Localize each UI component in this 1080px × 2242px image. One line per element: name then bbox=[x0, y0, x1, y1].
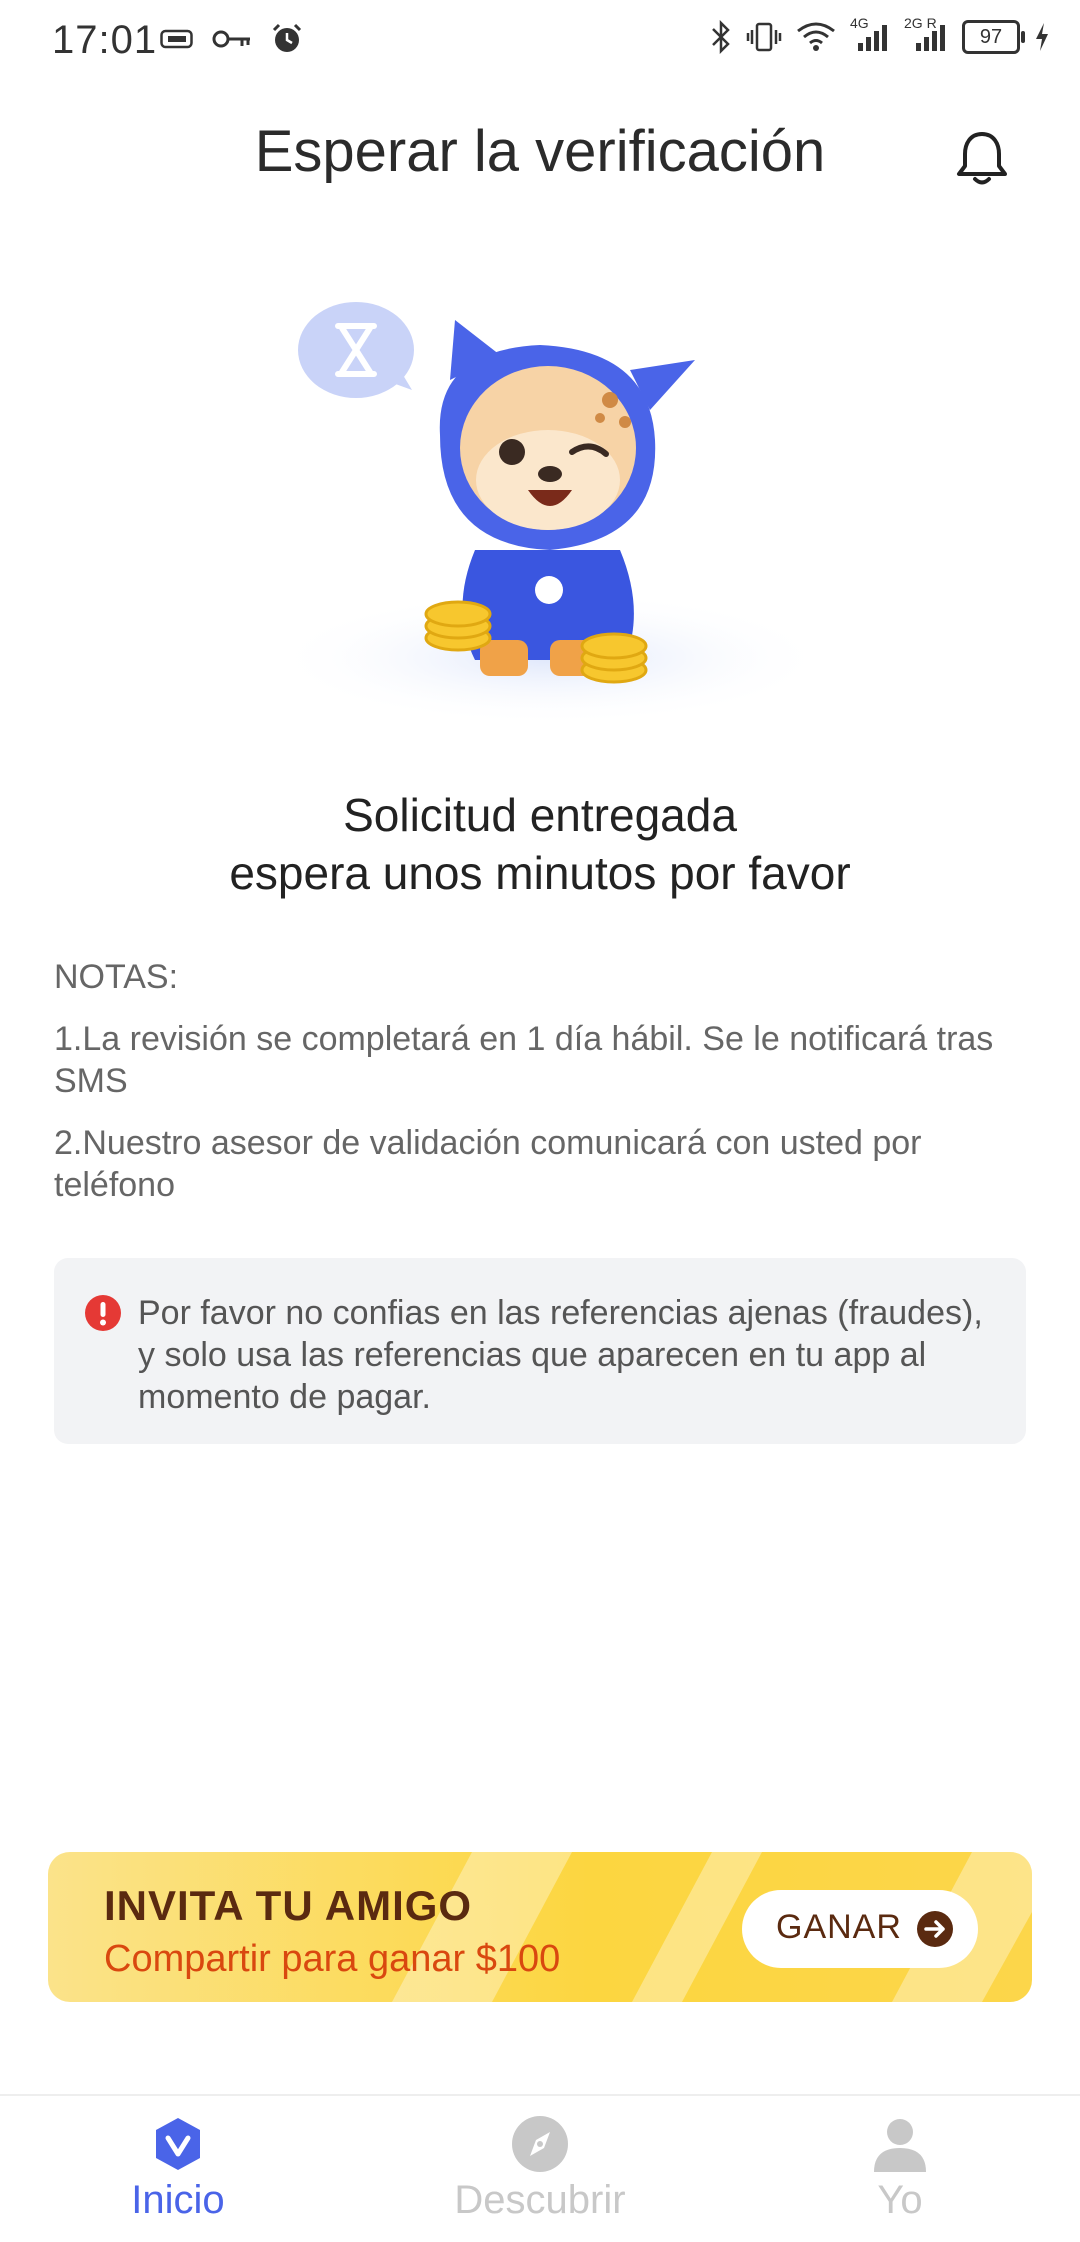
nav-label-yo: Yo bbox=[877, 2178, 923, 2222]
notes-section: NOTAS: 1.La revisión se completará en 1 … bbox=[54, 956, 1024, 1226]
hourglass-bubble-icon bbox=[298, 302, 414, 398]
home-icon bbox=[156, 2118, 200, 2170]
signal-2g-icon: 2G R bbox=[904, 15, 948, 53]
nav-item-inicio[interactable]: Inicio bbox=[28, 2114, 328, 2223]
warning-text: Por favor no confias en las referencias … bbox=[138, 1294, 983, 1416]
bell-icon[interactable] bbox=[950, 126, 1014, 190]
notes-title: NOTAS: bbox=[54, 958, 179, 996]
alert-icon bbox=[85, 1295, 121, 1331]
page-title: Esperar la verificación bbox=[254, 119, 826, 184]
message-line-2: espera unos minutos por favor bbox=[229, 847, 851, 899]
promo-title: INVITA TU AMIGO bbox=[104, 1882, 473, 1929]
bluetooth-icon bbox=[712, 20, 730, 54]
nav-item-descubrir[interactable]: Descubrir bbox=[390, 2114, 690, 2223]
header: Esperar la verificación bbox=[0, 100, 1080, 220]
note-item-2: 2.Nuestro asesor de validación comunicar… bbox=[54, 1124, 922, 1204]
promo-subtitle: Compartir para ganar $100 bbox=[104, 1938, 561, 1980]
nav-item-yo[interactable]: Yo bbox=[750, 2114, 1050, 2223]
fraud-warning-box: Por favor no confias en las referencias … bbox=[54, 1258, 1026, 1444]
sim-icon bbox=[160, 29, 193, 49]
invite-friend-banner[interactable]: INVITA TU AMIGO Compartir para ganar $10… bbox=[48, 1852, 1032, 2002]
ganar-button-label: GANAR bbox=[776, 1908, 902, 1946]
ganar-button[interactable]: GANAR bbox=[742, 1890, 978, 1968]
vibrate-icon bbox=[746, 22, 782, 52]
status-bar: 17:01 4G 2G R 97 bbox=[0, 0, 1080, 80]
status-time: 17:01 bbox=[52, 18, 158, 62]
submission-message: Solicitud entregada espera unos minutos … bbox=[0, 786, 1080, 902]
alarm-icon bbox=[272, 23, 302, 52]
nav-label-descubrir: Descubrir bbox=[454, 2178, 626, 2222]
wifi-icon bbox=[797, 22, 835, 51]
battery-icon: 97 bbox=[962, 20, 1025, 54]
arrow-right-icon bbox=[917, 1911, 953, 1947]
nav-label-inicio: Inicio bbox=[131, 2178, 225, 2222]
bottom-navigation: Inicio Descubrir Yo bbox=[0, 2094, 1080, 2242]
message-line-1: Solicitud entregada bbox=[343, 789, 737, 841]
compass-icon bbox=[512, 2116, 568, 2172]
mascot-illustration bbox=[270, 302, 830, 726]
signal-4g-icon: 4G bbox=[850, 15, 890, 53]
person-icon bbox=[874, 2119, 926, 2172]
charging-icon bbox=[1036, 23, 1048, 51]
key-icon bbox=[212, 30, 250, 48]
note-item-1: 1.La revisión se completará en 1 día háb… bbox=[54, 1020, 994, 1100]
